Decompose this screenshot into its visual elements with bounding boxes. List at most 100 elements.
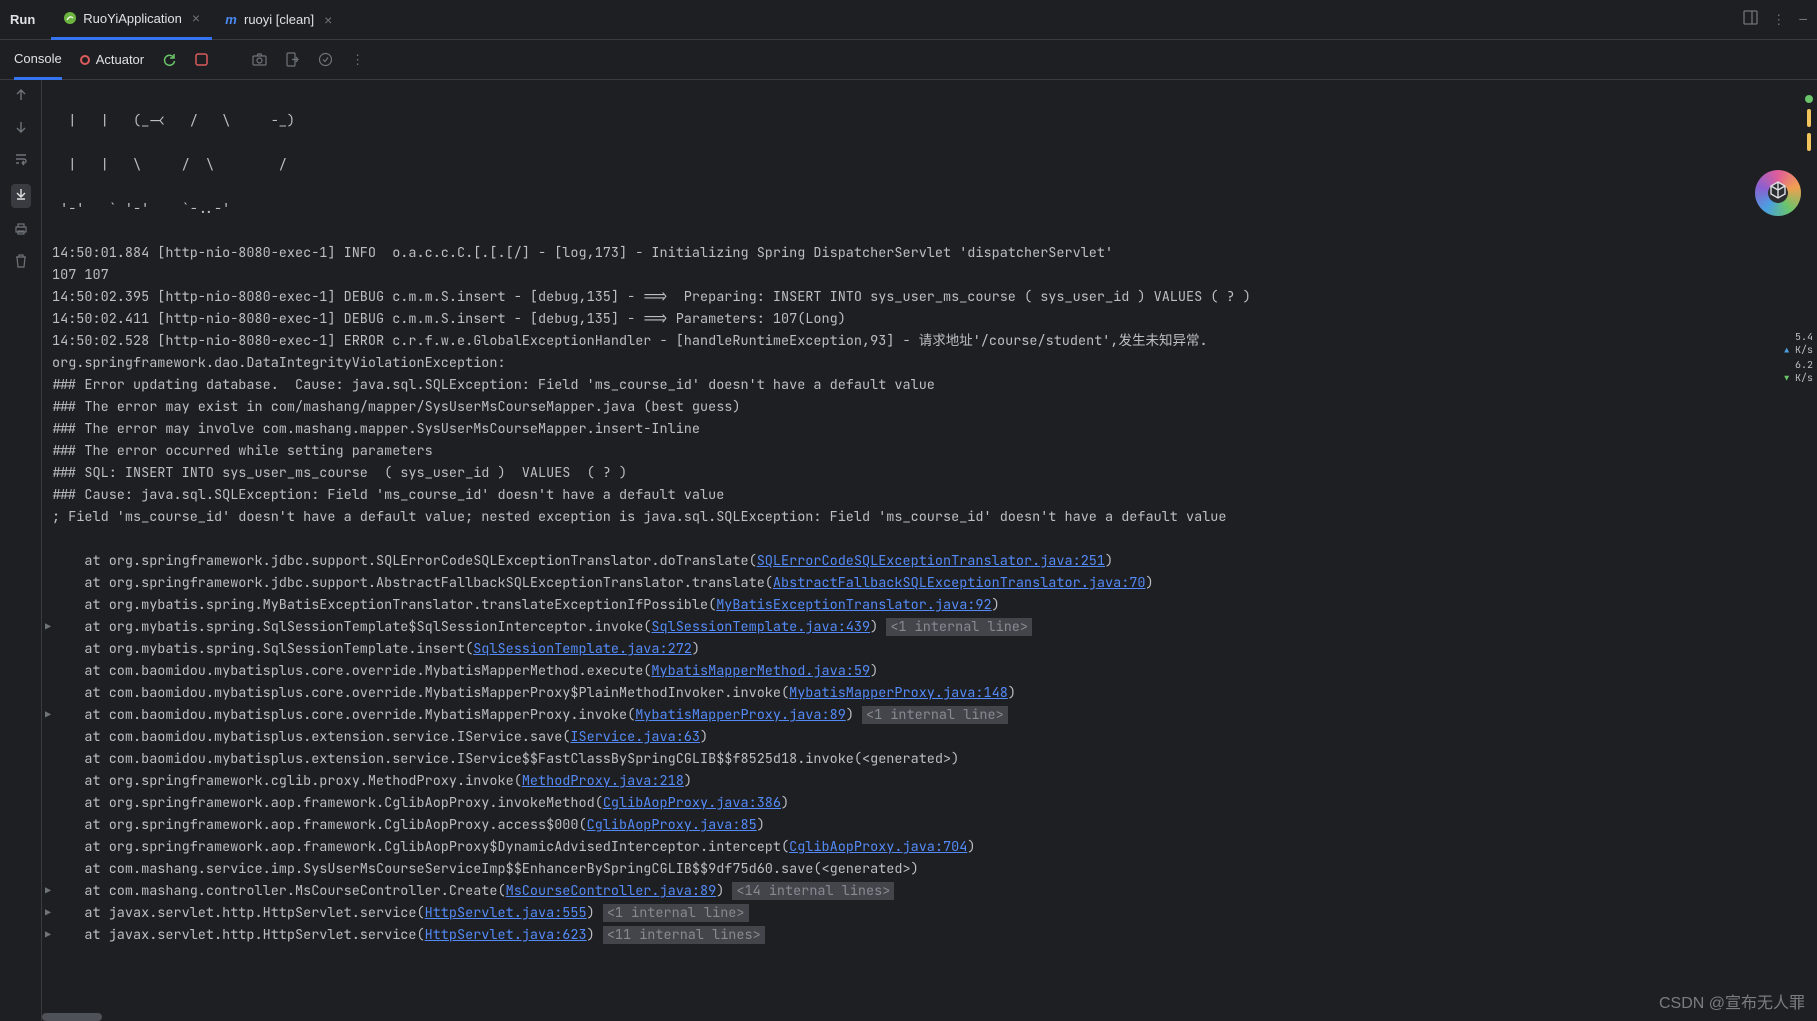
log-line: ### SQL: INSERT INTO sys_user_ms_course …: [52, 462, 1807, 484]
stop-icon[interactable]: [195, 53, 208, 66]
source-link[interactable]: CglibAopProxy.java:704: [789, 838, 967, 856]
internal-lines-hint[interactable]: <11 internal lines>: [603, 926, 765, 944]
rerun-icon[interactable]: [162, 52, 177, 67]
log-line: ### The error may involve com.mashang.ma…: [52, 418, 1807, 440]
internal-lines-hint[interactable]: <1 internal line>: [862, 706, 1008, 724]
cube-icon: [1768, 180, 1788, 206]
more-vertical-icon[interactable]: ⋮: [351, 51, 364, 68]
log-line: 14:50:02.411 [http-nio-8080-exec-1] DEBU…: [52, 308, 1807, 330]
stack-line: at com.baomidou.mybatisplus.extension.se…: [52, 748, 1807, 770]
inspect-icon[interactable]: [318, 52, 333, 67]
watermark: CSDN @宣布无人罪: [1659, 989, 1805, 1013]
tab-ruoyi-application[interactable]: RuoYiApplication ×: [51, 0, 212, 40]
chevron-right-icon[interactable]: ▶: [45, 704, 51, 726]
print-icon[interactable]: [14, 222, 28, 240]
source-link[interactable]: CglibAopProxy.java:85: [587, 816, 757, 834]
exit-icon[interactable]: [285, 52, 300, 67]
log-line: ### The error may exist in com/mashang/m…: [52, 396, 1807, 418]
stack-line: ▶ at org.mybatis.spring.SqlSessionTempla…: [52, 616, 1807, 638]
stack-line: at org.springframework.jdbc.support.SQLE…: [52, 550, 1807, 572]
scroll-to-end-icon[interactable]: [11, 184, 31, 208]
stack-line: at org.springframework.aop.framework.Cgl…: [52, 836, 1807, 858]
stack-line: at org.springframework.aop.framework.Cgl…: [52, 792, 1807, 814]
log-line: ### Error updating database. Cause: java…: [52, 374, 1807, 396]
chevron-right-icon[interactable]: ▶: [45, 880, 51, 902]
maven-icon: m: [224, 13, 238, 27]
stack-line: ▶ at com.mashang.controller.MsCourseCont…: [52, 880, 1807, 902]
stack-line: at org.mybatis.spring.SqlSessionTemplate…: [52, 638, 1807, 660]
stack-line: at com.baomidou.mybatisplus.core.overrid…: [52, 660, 1807, 682]
log-line: 14:50:01.884 [http-nio-8080-exec-1] INFO…: [52, 242, 1807, 264]
horizontal-scrollbar[interactable]: [42, 1013, 102, 1021]
log-line: '-' ` '-' `-..-': [52, 198, 1807, 220]
log-line: ### The error occurred while setting par…: [52, 440, 1807, 462]
tab-ruoyi-clean[interactable]: m ruoyi [clean] ×: [212, 0, 344, 40]
stack-line: at org.springframework.cglib.proxy.Metho…: [52, 770, 1807, 792]
layout-icon[interactable]: [1743, 10, 1758, 29]
internal-lines-hint[interactable]: <1 internal line>: [886, 618, 1032, 636]
minimize-icon[interactable]: —: [1799, 11, 1807, 28]
log-line: 14:50:02.395 [http-nio-8080-exec-1] DEBU…: [52, 286, 1807, 308]
source-link[interactable]: AbstractFallbackSQLExceptionTranslator.j…: [773, 574, 1146, 592]
internal-lines-hint[interactable]: <1 internal line>: [603, 904, 749, 922]
log-line: 107 107: [52, 264, 1807, 286]
error-stripe[interactable]: [1803, 95, 1815, 151]
tab-label: RuoYiApplication: [83, 11, 182, 26]
stack-line: ▶ at javax.servlet.http.HttpServlet.serv…: [52, 902, 1807, 924]
close-icon[interactable]: ×: [192, 10, 200, 26]
tab-label: ruoyi [clean]: [244, 12, 314, 27]
run-label: Run: [10, 12, 35, 27]
internal-lines-hint[interactable]: <14 internal lines>: [732, 882, 894, 900]
chevron-right-icon[interactable]: ▶: [45, 616, 51, 638]
source-link[interactable]: MyBatisExceptionTranslator.java:92: [716, 596, 991, 614]
source-link[interactable]: MybatisMapperProxy.java:148: [789, 684, 1008, 702]
status-bar-yellow: [1807, 109, 1811, 127]
source-link[interactable]: MybatisMapperMethod.java:59: [651, 662, 870, 680]
source-link[interactable]: MybatisMapperProxy.java:89: [635, 706, 846, 724]
log-line: 14:50:02.528 [http-nio-8080-exec-1] ERRO…: [52, 330, 1807, 352]
stack-line: at com.baomidou.mybatisplus.core.overrid…: [52, 682, 1807, 704]
stack-line: at org.mybatis.spring.MyBatisExceptionTr…: [52, 594, 1807, 616]
title-bar: Run RuoYiApplication × m ruoyi [clean] ×…: [0, 0, 1817, 40]
trash-icon[interactable]: [14, 254, 28, 272]
log-line: | | \ / \ /: [52, 154, 1807, 176]
stack-line: ▶ at com.baomidou.mybatisplus.core.overr…: [52, 704, 1807, 726]
source-link[interactable]: HttpServlet.java:623: [425, 926, 587, 944]
chevron-right-icon[interactable]: ▶: [45, 902, 51, 924]
source-link[interactable]: SqlSessionTemplate.java:439: [651, 618, 870, 636]
tab-console[interactable]: Console: [14, 40, 62, 80]
log-line: | | (_-< / \ -_): [52, 110, 1807, 132]
camera-icon[interactable]: [252, 52, 267, 67]
arrow-up-icon[interactable]: [14, 88, 28, 106]
stack-line: at org.springframework.aop.framework.Cgl…: [52, 814, 1807, 836]
log-line: ; Field 'ms_course_id' doesn't have a de…: [52, 506, 1807, 528]
close-icon[interactable]: ×: [324, 12, 332, 28]
ai-assistant-icon[interactable]: [1755, 170, 1801, 216]
arrow-down-icon[interactable]: [14, 120, 28, 138]
chevron-right-icon[interactable]: ▶: [45, 924, 51, 946]
network-speed: 5.4 ▲ K/s 6.2 ▼ K/s: [1784, 330, 1813, 386]
source-link[interactable]: CglibAopProxy.java:386: [603, 794, 781, 812]
wrap-icon[interactable]: [14, 152, 28, 170]
actuator-icon: [80, 55, 90, 65]
source-link[interactable]: MethodProxy.java:218: [522, 772, 684, 790]
console-toolbar: Console Actuator ⋮: [0, 40, 1817, 80]
source-link[interactable]: HttpServlet.java:555: [425, 904, 587, 922]
log-line: ### Cause: java.sql.SQLException: Field …: [52, 484, 1807, 506]
source-link[interactable]: MsCourseController.java:89: [506, 882, 717, 900]
tab-actuator[interactable]: Actuator: [80, 52, 144, 67]
source-link[interactable]: SqlSessionTemplate.java:272: [473, 640, 692, 658]
stack-line: at org.springframework.jdbc.support.Abst…: [52, 572, 1807, 594]
source-link[interactable]: SQLErrorCodeSQLExceptionTranslator.java:…: [757, 552, 1105, 570]
more-vertical-icon[interactable]: ⋮: [1772, 11, 1785, 28]
log-line: org.springframework.dao.DataIntegrityVio…: [52, 352, 1807, 374]
stack-line: at com.mashang.service.imp.SysUserMsCour…: [52, 858, 1807, 880]
spring-icon: [63, 11, 77, 25]
status-dot-green: [1805, 95, 1813, 103]
status-bar-yellow: [1807, 133, 1811, 151]
stack-line: at com.baomidou.mybatisplus.extension.se…: [52, 726, 1807, 748]
console-gutter: [0, 80, 42, 1021]
stack-line: ▶ at javax.servlet.http.HttpServlet.serv…: [52, 924, 1807, 946]
console-output[interactable]: | | (_-< / \ -_) | | \ / \ / '-' ` '-' `…: [42, 80, 1817, 1021]
source-link[interactable]: IService.java:63: [570, 728, 700, 746]
